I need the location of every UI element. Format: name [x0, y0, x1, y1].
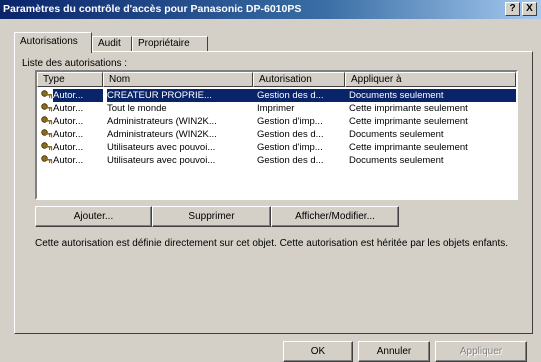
column-header-autorisation[interactable]: Autorisation	[253, 72, 345, 87]
cell-apply: Cette imprimante seulement	[349, 142, 468, 153]
key-icon	[41, 116, 53, 125]
key-icon	[41, 90, 53, 99]
key-icon	[41, 155, 53, 164]
cell-name: Utilisateurs avec pouvoi...	[107, 155, 216, 166]
list-item[interactable]: Autor... Administrateurs (WIN2K... Gesti…	[37, 115, 516, 128]
cell-apply: Documents seulement	[349, 155, 444, 166]
permissions-list[interactable]: Type Nom Autorisation Appliquer à Autor.…	[35, 70, 518, 200]
cell-name: Utilisateurs avec pouvoi...	[107, 142, 216, 153]
cell-name: Administrateurs (WIN2K...	[107, 129, 217, 140]
column-header-type[interactable]: Type	[37, 72, 103, 87]
list-item[interactable]: Autor... Tout le monde Imprimer Cette im…	[37, 102, 516, 115]
cell-name: CREATEUR PROPRIE...	[107, 89, 253, 102]
key-icon	[41, 142, 53, 151]
cell-permission: Gestion des d...	[257, 155, 324, 166]
cell-name: Tout le monde	[107, 103, 167, 114]
cell-apply: Cette imprimante seulement	[349, 116, 468, 127]
tab-autorisations[interactable]: Autorisations	[14, 32, 92, 53]
close-button[interactable]: X	[522, 2, 537, 16]
cell-type: Autor...	[53, 103, 84, 114]
cell-name: Administrateurs (WIN2K...	[107, 116, 217, 127]
list-label: Liste des autorisations :	[22, 58, 128, 69]
cancel-button[interactable]: Annuler	[358, 341, 430, 362]
cell-type: Autor...	[53, 142, 84, 153]
view-edit-button[interactable]: Afficher/Modifier...	[271, 206, 399, 227]
window-title: Paramètres du contrôle d'accès pour Pana…	[3, 3, 302, 15]
cell-type: Autor...	[53, 155, 84, 166]
key-icon	[41, 129, 53, 138]
permission-description: Cette autorisation est définie directeme…	[35, 238, 509, 249]
remove-button[interactable]: Supprimer	[152, 206, 271, 227]
cell-type: Autor...	[53, 129, 84, 140]
column-header-nom[interactable]: Nom	[103, 72, 253, 87]
help-button[interactable]: ?	[505, 2, 520, 16]
list-item[interactable]: Autor... CREATEUR PROPRIE... Gestion des…	[37, 89, 516, 102]
cell-permission: Gestion des d...	[257, 129, 324, 140]
column-header-appliquer[interactable]: Appliquer à	[345, 72, 516, 87]
apply-button: Appliquer	[435, 341, 527, 362]
cell-apply: Documents seulement	[345, 89, 516, 102]
list-item[interactable]: Autor... Utilisateurs avec pouvoi... Ges…	[37, 154, 516, 167]
cell-permission: Imprimer	[257, 103, 295, 114]
title-bar: Paramètres du contrôle d'accès pour Pana…	[0, 0, 541, 19]
list-item[interactable]: Autor... Administrateurs (WIN2K... Gesti…	[37, 128, 516, 141]
cell-apply: Documents seulement	[349, 129, 444, 140]
add-button[interactable]: Ajouter...	[35, 206, 152, 227]
cell-type: Autor...	[53, 116, 84, 127]
cell-type: Autor...	[53, 89, 103, 102]
list-item[interactable]: Autor... Utilisateurs avec pouvoi... Ges…	[37, 141, 516, 154]
cell-apply: Cette imprimante seulement	[349, 103, 468, 114]
ok-button[interactable]: OK	[283, 341, 353, 362]
key-icon	[41, 103, 53, 112]
cell-permission: Gestion des d...	[253, 89, 345, 102]
cell-permission: Gestion d'imp...	[257, 116, 323, 127]
cell-permission: Gestion d'imp...	[257, 142, 323, 153]
